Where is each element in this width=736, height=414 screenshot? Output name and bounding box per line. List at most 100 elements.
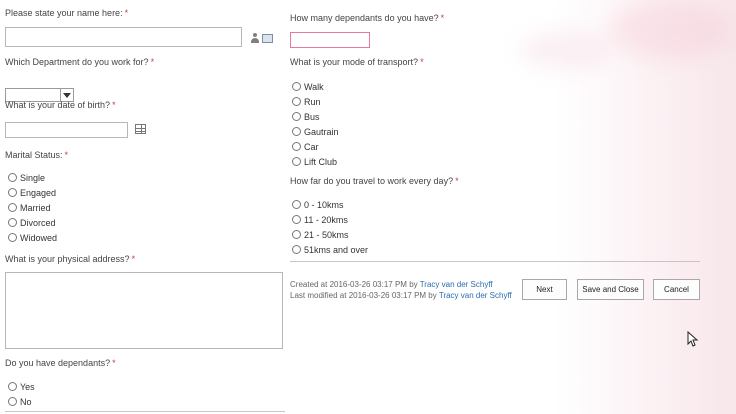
radio-label: 51kms and over (304, 244, 369, 255)
radio-option-divorced[interactable]: Divorced (8, 215, 57, 230)
radio-label: Run (304, 96, 321, 107)
modified-user-link[interactable]: Tracy van der Schyff (439, 291, 512, 300)
radio-label: Lift Club (304, 156, 338, 167)
name-label-text: Please state your name here: (5, 8, 123, 18)
save-close-button[interactable]: Save and Close (577, 279, 644, 300)
floral-background-blot (610, 0, 730, 60)
radio-button[interactable] (292, 97, 301, 106)
marital-label-text: Marital Status: (5, 150, 63, 160)
created-meta: Created at 2016-03-26 03:17 PM by Tracy … (290, 280, 493, 289)
dependants-label: Do you have dependants? * (5, 358, 116, 368)
required-marker: * (150, 57, 155, 67)
radio-button[interactable] (8, 188, 17, 197)
footer-divider (290, 261, 700, 262)
radio-option-gautrain[interactable]: Gautrain (292, 124, 339, 139)
radio-button[interactable] (8, 233, 17, 242)
mouse-pointer-icon (687, 331, 699, 347)
radio-option-married[interactable]: Married (8, 200, 57, 215)
radio-label: 0 - 10kms (304, 199, 344, 210)
dependants-count-label: How many dependants do you have? * (290, 13, 444, 23)
calendar-icon[interactable] (135, 124, 146, 134)
name-label: Please state your name here: * (5, 8, 128, 18)
left-bottom-divider (5, 411, 285, 412)
address-book-icon[interactable] (262, 34, 273, 43)
radio-label: Divorced (20, 217, 56, 228)
radio-option-no[interactable]: No (8, 394, 35, 409)
address-label-text: What is your physical address? (5, 254, 130, 264)
radio-option-engaged[interactable]: Engaged (8, 185, 57, 200)
radio-label: Gautrain (304, 126, 339, 137)
created-text: Created at 2016-03-26 03:17 PM by (290, 280, 418, 289)
radio-option-bus[interactable]: Bus (292, 109, 339, 124)
radio-label: No (20, 396, 32, 407)
radio-option-car[interactable]: Car (292, 139, 339, 154)
dependants-options: Yes No (8, 379, 35, 409)
radio-option-single[interactable]: Single (8, 170, 57, 185)
address-textarea[interactable] (5, 272, 283, 349)
radio-label: 21 - 50kms (304, 229, 349, 240)
dependants-count-label-text: How many dependants do you have? (290, 13, 439, 23)
radio-label: Widowed (20, 232, 58, 243)
radio-button[interactable] (8, 397, 17, 406)
radio-button[interactable] (292, 157, 301, 166)
radio-button[interactable] (8, 218, 17, 227)
radio-label: Yes (20, 381, 35, 392)
transport-options: Walk Run Bus Gautrain Car Lift Club (292, 79, 339, 169)
marital-options: Single Engaged Married Divorced Widowed (8, 170, 57, 245)
name-input[interactable] (5, 27, 242, 47)
radio-label: Car (304, 141, 319, 152)
radio-option-yes[interactable]: Yes (8, 379, 35, 394)
required-marker: * (455, 176, 459, 186)
radio-option-lift-club[interactable]: Lift Club (292, 154, 339, 169)
distance-label: How far do you travel to work every day?… (290, 176, 459, 186)
radio-option-11-20[interactable]: 11 - 20kms (292, 212, 368, 227)
required-marker: * (64, 150, 69, 160)
radio-button[interactable] (8, 382, 17, 391)
radio-option-walk[interactable]: Walk (292, 79, 339, 94)
department-label-text: Which Department do you work for? (5, 57, 149, 67)
radio-label: Bus (304, 111, 320, 122)
dob-label-text: What is your date of birth? (5, 100, 111, 110)
radio-button[interactable] (292, 230, 301, 239)
radio-label: Engaged (20, 187, 57, 198)
radio-button[interactable] (292, 127, 301, 136)
marital-label: Marital Status: * (5, 150, 68, 160)
next-button[interactable]: Next (522, 279, 567, 300)
created-user-link[interactable]: Tracy van der Schyff (420, 280, 493, 289)
radio-button[interactable] (292, 82, 301, 91)
radio-label: Walk (304, 81, 324, 92)
required-marker: * (112, 358, 116, 368)
required-marker: * (420, 57, 424, 67)
radio-option-widowed[interactable]: Widowed (8, 230, 57, 245)
required-marker: * (112, 100, 116, 110)
radio-option-0-10[interactable]: 0 - 10kms (292, 197, 368, 212)
radio-button[interactable] (292, 245, 301, 254)
modified-meta: Last modified at 2016-03-26 03:17 PM by … (290, 291, 512, 300)
radio-button[interactable] (292, 200, 301, 209)
cancel-button[interactable]: Cancel (653, 279, 700, 300)
radio-button[interactable] (292, 142, 301, 151)
radio-button[interactable] (292, 215, 301, 224)
radio-option-51-over[interactable]: 51kms and over (292, 242, 368, 257)
required-marker: * (440, 13, 445, 23)
department-label: Which Department do you work for? * (5, 57, 154, 67)
address-label: What is your physical address? * (5, 254, 135, 264)
required-marker: * (131, 254, 136, 264)
person-icon[interactable] (250, 33, 260, 44)
required-marker: * (124, 8, 129, 18)
transport-label-text: What is your mode of transport? (290, 57, 419, 67)
radio-button[interactable] (292, 112, 301, 121)
modified-text: Last modified at 2016-03-26 03:17 PM by (290, 291, 437, 300)
floral-background-blot-2 (520, 30, 610, 70)
radio-label: 11 - 20kms (304, 214, 348, 225)
dob-input[interactable] (5, 122, 128, 138)
radio-option-run[interactable]: Run (292, 94, 339, 109)
radio-option-21-50[interactable]: 21 - 50kms (292, 227, 368, 242)
radio-label: Married (20, 202, 51, 213)
dependants-count-input[interactable] (290, 32, 370, 48)
transport-label: What is your mode of transport? * (290, 57, 424, 67)
radio-button[interactable] (8, 203, 17, 212)
radio-button[interactable] (8, 173, 17, 182)
radio-label: Single (20, 172, 46, 183)
department-selected-value (6, 90, 9, 99)
